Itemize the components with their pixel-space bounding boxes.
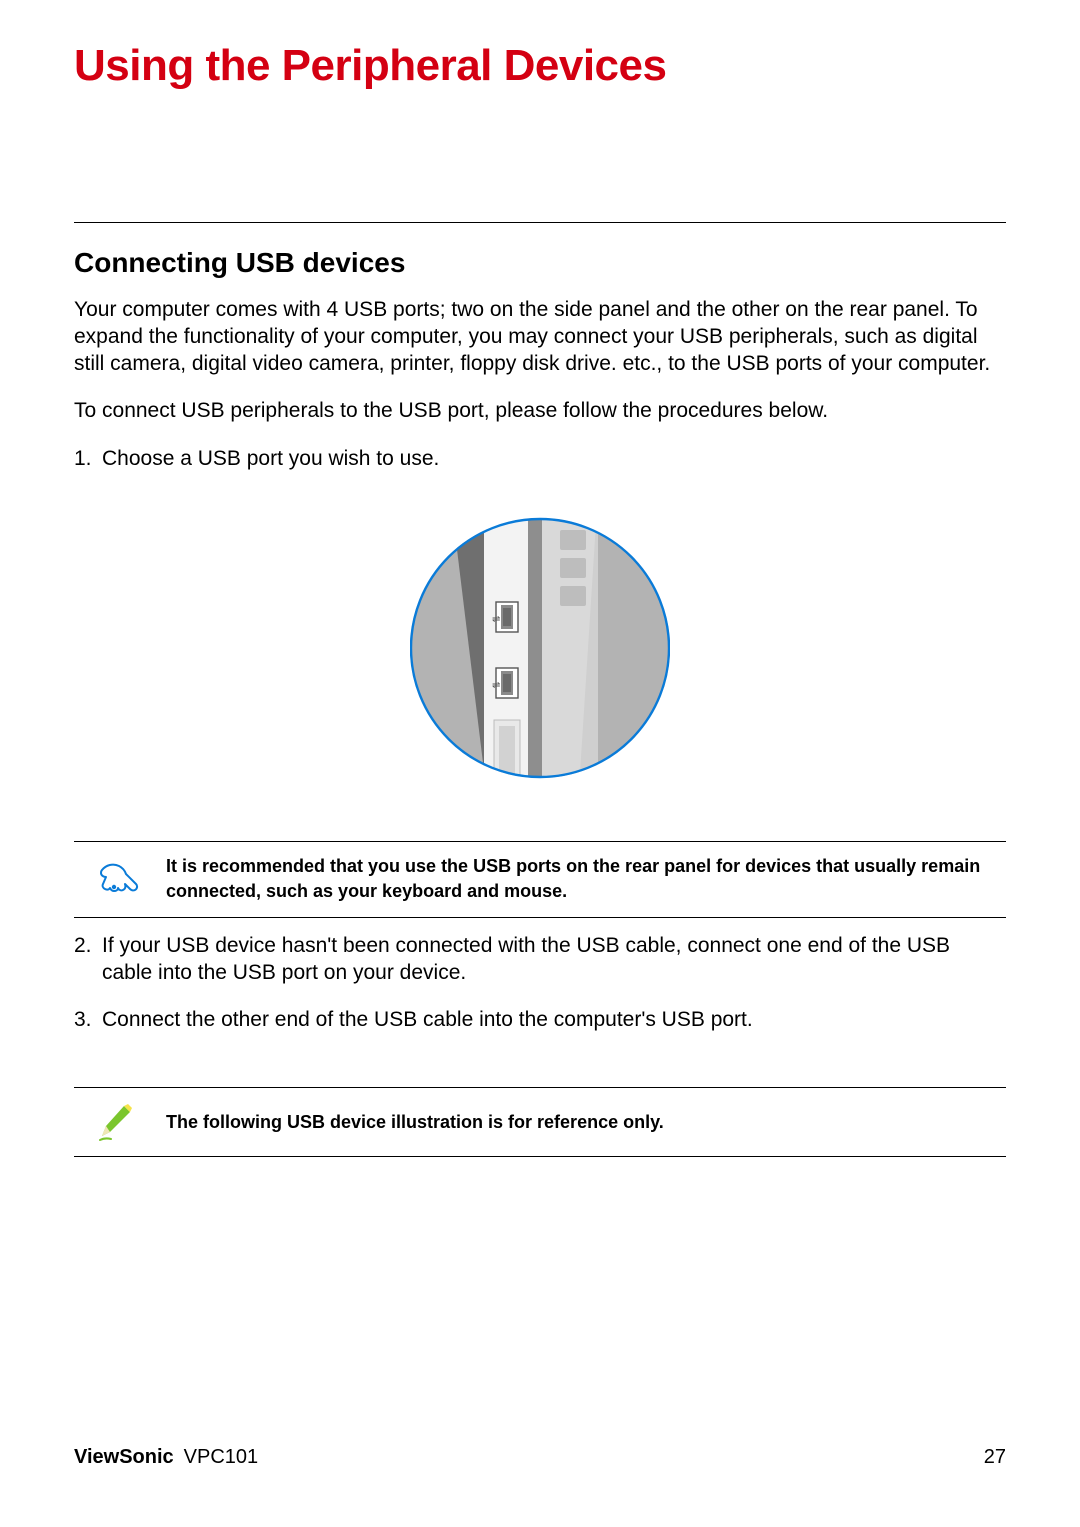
note-bottom-rule [74,1156,1006,1157]
step-1: 1.Choose a USB port you wish to use. [102,445,1006,472]
step-3: 3.Connect the other end of the USB cable… [102,1006,1006,1033]
svg-text:⇌: ⇌ [492,614,500,625]
usb-port-illustration-icon: ⇌ ⇌ [410,492,670,804]
section-heading: Connecting USB devices [74,247,1006,279]
paragraph-followup: To connect USB peripherals to the USB po… [74,398,1006,425]
usb-port-figure: ⇌ ⇌ [74,492,1006,809]
svg-text:⇌: ⇌ [492,680,500,691]
pencil-icon [96,1100,136,1144]
reference-text: The following USB device illustration is… [166,1110,1006,1135]
footer-brand: ViewSonic [74,1446,174,1468]
tip-note: It is recommended that you use the USB p… [74,841,1006,917]
tip-text: It is recommended that you use the USB p… [166,854,1006,904]
page-title: Using the Peripheral Devices [74,42,1006,90]
step-text: Choose a USB port you wish to use. [102,447,439,470]
footer-model: VPC101 [184,1446,259,1468]
step-2: 2.If your USB device hasn't been connect… [102,932,1006,987]
step-text: If your USB device hasn't been connected… [102,934,950,984]
step-text: Connect the other end of the USB cable i… [102,1008,753,1031]
note-bottom-rule [74,917,1006,918]
paragraph-intro: Your computer comes with 4 USB ports; tw… [74,297,1006,378]
reference-note: The following USB device illustration is… [74,1087,1006,1157]
page-number: 27 [984,1446,1006,1469]
page-footer: ViewSonic VPC101 27 [74,1446,1006,1469]
pointing-hand-icon [96,857,144,901]
